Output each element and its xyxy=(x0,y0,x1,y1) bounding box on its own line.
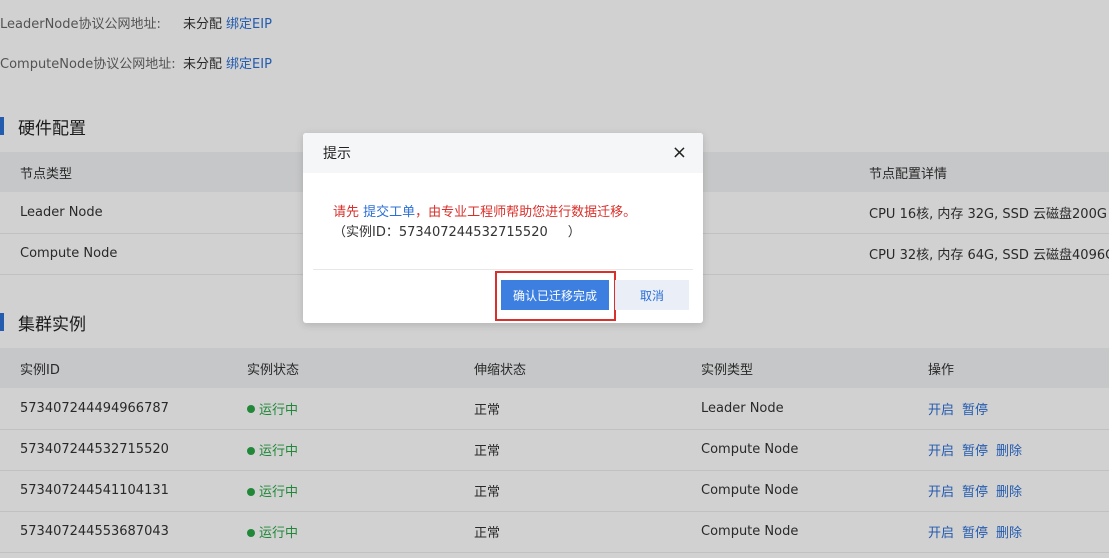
dialog-title: 提示 xyxy=(323,146,351,162)
cancel-button[interactable]: 取消 xyxy=(615,280,689,310)
message-prefix: 请先 xyxy=(333,205,364,220)
dialog-divider xyxy=(313,269,693,270)
instance-id-line: （实例ID：573407244532715520 ） xyxy=(333,224,703,242)
id-suffix: ） xyxy=(567,225,581,240)
submit-ticket-link[interactable]: 提交工单 xyxy=(363,205,415,220)
close-icon[interactable]: × xyxy=(672,144,687,162)
id-prefix: （实例ID： xyxy=(333,225,399,240)
migration-prompt-dialog: 提示 × 请先 提交工单，由专业工程师帮助您进行数据迁移。 （实例ID：5734… xyxy=(303,133,703,323)
dialog-instance-id: 573407244532715520 xyxy=(398,225,548,240)
migration-message: 请先 提交工单，由专业工程师帮助您进行数据迁移。 xyxy=(333,203,703,223)
message-suffix: ，由专业工程师帮助您进行数据迁移。 xyxy=(415,205,637,220)
confirm-migrated-button[interactable]: 确认已迁移完成 xyxy=(501,280,609,310)
dialog-header: 提示 × xyxy=(303,133,703,173)
dialog-body: 请先 提交工单，由专业工程师帮助您进行数据迁移。 （实例ID：573407244… xyxy=(303,173,703,269)
